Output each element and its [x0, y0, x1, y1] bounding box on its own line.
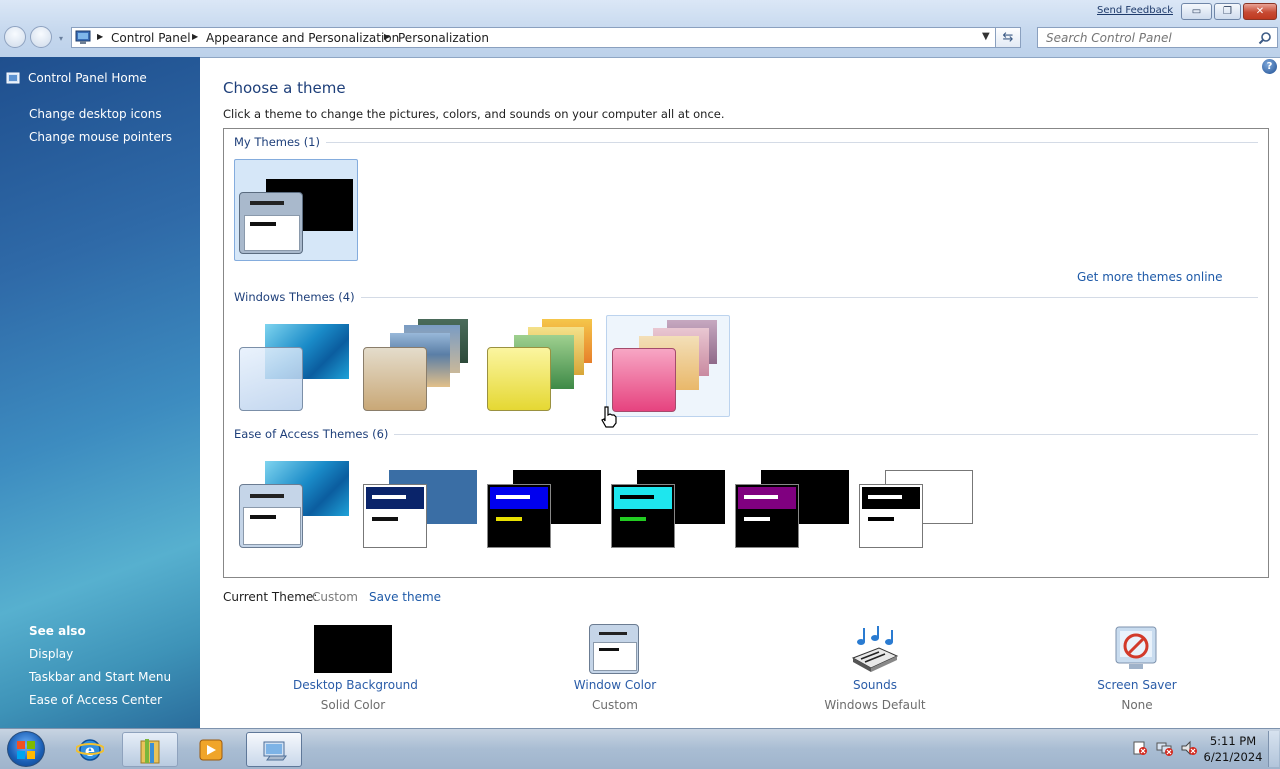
- search-box[interactable]: [1037, 27, 1278, 48]
- theme-high-contrast-1-thumb[interactable]: [482, 453, 606, 555]
- breadcrumb-control-panel[interactable]: Control Panel: [111, 31, 191, 45]
- forward-button[interactable]: [30, 26, 52, 48]
- sidebar-taskbar-link[interactable]: Taskbar and Start Menu: [29, 670, 171, 684]
- theme-windows7-basic-thumb[interactable]: [234, 453, 358, 555]
- page-title: Choose a theme: [223, 79, 346, 97]
- back-button[interactable]: [4, 26, 26, 48]
- close-button[interactable]: ✕: [1243, 3, 1277, 20]
- breadcrumb-separator-icon[interactable]: ▶: [192, 32, 198, 41]
- current-theme-label: Current Theme:: [223, 590, 318, 604]
- theme-windows7-thumb[interactable]: [234, 315, 358, 417]
- window-color-icon: [589, 624, 639, 674]
- start-button[interactable]: [7, 731, 45, 767]
- theme-nature-thumb[interactable]: [482, 315, 606, 417]
- send-feedback-link[interactable]: Send Feedback: [1097, 5, 1173, 16]
- address-bar[interactable]: ▶ Control Panel ▶ Appearance and Persona…: [71, 27, 996, 48]
- screen-saver-item[interactable]: Screen Saver None: [1077, 622, 1197, 716]
- control-panel-home-icon: [6, 72, 20, 84]
- theme-window-preview: [859, 484, 923, 548]
- window-color-label[interactable]: Window Color: [555, 678, 675, 692]
- window-color-value: Custom: [592, 698, 638, 712]
- sidebar-change-desktop-icons[interactable]: Change desktop icons: [29, 107, 162, 121]
- group-divider: [234, 297, 1258, 298]
- theme-flowers-thumb[interactable]: [606, 315, 730, 417]
- theme-high-contrast-white-thumb[interactable]: [854, 453, 978, 555]
- theme-window-preview: [239, 484, 303, 548]
- theme-window-preview: [612, 348, 676, 412]
- personalization-icon: [263, 741, 287, 761]
- volume-muted-icon[interactable]: [1180, 740, 1198, 756]
- address-dropdown-icon[interactable]: ▼: [982, 31, 990, 42]
- desktop-background-item[interactable]: Desktop Background Solid Color: [293, 622, 418, 716]
- page-subtitle: Click a theme to change the pictures, co…: [223, 107, 725, 121]
- sounds-label[interactable]: Sounds: [815, 678, 935, 692]
- screen-saver-value: None: [1121, 698, 1153, 712]
- theme-window-preview: [487, 347, 551, 411]
- desktop-background-label[interactable]: Desktop Background: [293, 678, 418, 692]
- current-theme-value: Custom: [312, 590, 358, 604]
- recent-pages-chevron-icon[interactable]: ▾: [59, 34, 63, 43]
- search-icon[interactable]: [1258, 31, 1272, 45]
- theme-window-preview: [487, 484, 551, 548]
- action-center-icon[interactable]: [1132, 740, 1148, 756]
- breadcrumb-personalization[interactable]: Personalization: [398, 31, 489, 45]
- theme-window-preview: [363, 484, 427, 548]
- theme-list: My Themes (1) Get more themes online Win…: [223, 128, 1269, 578]
- group-ease-of-access-label: Ease of Access Themes (6): [234, 427, 395, 441]
- breadcrumb-separator-icon[interactable]: ▶: [384, 32, 390, 41]
- see-also-heading: See also: [29, 624, 86, 638]
- screen-saver-label[interactable]: Screen Saver: [1077, 678, 1197, 692]
- minimize-button[interactable]: ▭: [1181, 3, 1212, 20]
- theme-window-preview: [735, 484, 799, 548]
- sounds-value: Windows Default: [824, 698, 926, 712]
- theme-high-contrast-black-thumb[interactable]: [730, 453, 854, 555]
- taskbar: e 5:11 PM 6/21/2024: [0, 728, 1280, 769]
- taskbar-personalization[interactable]: [246, 732, 302, 767]
- network-icon[interactable]: [1156, 740, 1174, 756]
- taskbar-explorer[interactable]: [122, 732, 178, 767]
- sidebar-ease-of-access-link[interactable]: Ease of Access Center: [29, 693, 162, 707]
- theme-landscapes-thumb[interactable]: [358, 315, 482, 417]
- folder-icon: [140, 739, 160, 764]
- theme-classic-thumb[interactable]: [358, 453, 482, 555]
- clock-date[interactable]: 6/21/2024: [1203, 750, 1263, 764]
- media-player-icon: [199, 739, 223, 761]
- sidebar-home-link[interactable]: Control Panel Home: [28, 71, 147, 85]
- hand-cursor-icon: [601, 406, 617, 428]
- group-divider: [234, 142, 1258, 143]
- sounds-item[interactable]: Sounds Windows Default: [815, 622, 935, 716]
- theme-window-preview: [363, 347, 427, 411]
- maximize-button[interactable]: ❐: [1214, 3, 1241, 20]
- internet-explorer-icon: e: [76, 739, 104, 761]
- search-input[interactable]: [1038, 28, 1256, 47]
- theme-custom-thumb[interactable]: [234, 159, 358, 261]
- window-chrome: Send Feedback ▭ ❐ ✕ ▾ ▶ Control Panel ▶ …: [0, 0, 1280, 58]
- theme-window-preview: [239, 347, 303, 411]
- desktop-background-value: Solid Color: [320, 698, 386, 712]
- clock-time[interactable]: 5:11 PM: [1203, 734, 1263, 748]
- taskbar-internet-explorer[interactable]: e: [62, 732, 118, 767]
- sidebar: Control Panel Home Change desktop icons …: [0, 57, 200, 728]
- sidebar-display-link[interactable]: Display: [29, 647, 73, 661]
- screen-saver-icon: [1115, 626, 1157, 669]
- window-color-item[interactable]: Window Color Custom: [555, 622, 675, 716]
- taskbar-media-player[interactable]: [184, 732, 240, 767]
- help-icon[interactable]: ?: [1262, 59, 1277, 74]
- theme-high-contrast-2-thumb[interactable]: [606, 453, 730, 555]
- control-panel-icon: [75, 30, 91, 44]
- sounds-icon: [851, 626, 899, 672]
- group-windows-themes-label: Windows Themes (4): [234, 290, 361, 304]
- breadcrumb-appearance[interactable]: Appearance and Personalization: [206, 31, 399, 45]
- theme-window-preview: [239, 192, 303, 254]
- get-more-themes-link[interactable]: Get more themes online: [1077, 270, 1223, 284]
- group-my-themes-label: My Themes (1): [234, 135, 326, 149]
- save-theme-link[interactable]: Save theme: [369, 590, 441, 604]
- theme-window-preview: [611, 484, 675, 548]
- show-desktop-button[interactable]: [1268, 731, 1279, 767]
- refresh-button[interactable]: ⇆: [996, 27, 1021, 48]
- breadcrumb-separator-icon: ▶: [97, 32, 104, 41]
- desktop-background-preview: [314, 625, 392, 673]
- windows-logo-icon: [17, 741, 35, 759]
- sidebar-change-mouse-pointers[interactable]: Change mouse pointers: [29, 130, 172, 144]
